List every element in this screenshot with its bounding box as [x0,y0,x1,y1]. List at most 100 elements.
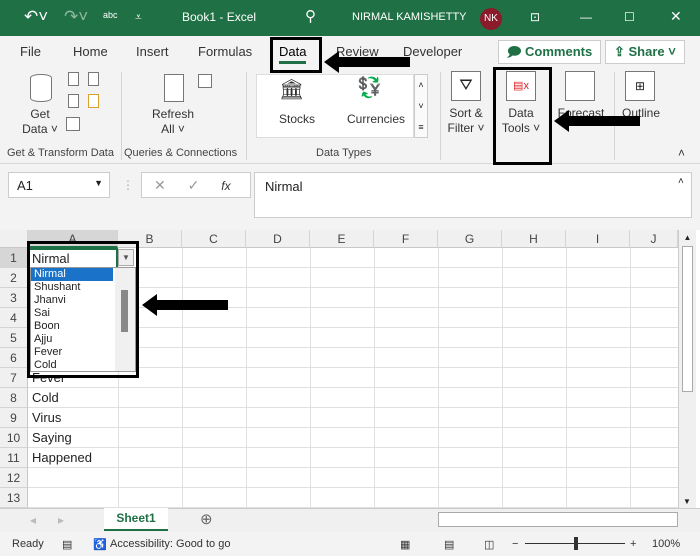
row-header-5[interactable]: 5 [0,328,28,348]
row-header-11[interactable]: 11 [0,448,28,468]
annotation-box-dropdown [27,241,139,378]
share-button[interactable]: ⇪ Share ˅ [605,40,685,64]
insert-function-icon[interactable]: fx [221,179,230,193]
sheet-tab-sheet1[interactable]: Sheet1 [104,508,168,531]
data-types-gallery: 🏛 Stocks 💱 Currencies [256,74,414,138]
row-header-6[interactable]: 6 [0,348,28,368]
sort-filter-button[interactable]: Sort & Filter ˅ [443,106,489,136]
vertical-scrollbar[interactable]: ▲ ▼ [678,230,696,508]
currencies-button[interactable]: Currencies [341,112,411,127]
forecast-icon [565,71,595,101]
stocks-button[interactable]: Stocks [269,112,325,127]
zoom-out-icon[interactable]: − [512,538,518,550]
column-header-C[interactable]: C [182,230,246,248]
tab-insert[interactable]: Insert [136,44,169,59]
add-sheet-icon[interactable]: ⊕ [200,510,213,528]
column-header-E[interactable]: E [310,230,374,248]
macro-record-icon[interactable]: ▤ [62,538,72,551]
column-header-D[interactable]: D [246,230,310,248]
page-break-icon[interactable]: ◫ [484,538,494,551]
from-table-icon[interactable] [66,117,80,131]
formula-bar: A1 ▼ ⋮ ✕ ✓ fx Nirmal ˄ [0,164,700,230]
cell-A9[interactable]: Virus [28,408,118,428]
refresh-icon [164,74,184,102]
collapse-ribbon-icon[interactable]: ˄ [678,146,685,161]
column-header-G[interactable]: G [438,230,502,248]
next-sheet-icon[interactable]: ▸ [58,513,64,527]
column-header-I[interactable]: I [566,230,630,248]
ribbon-display-icon[interactable]: ⊡ [530,10,540,24]
comment-icon: 🗩 [507,44,526,59]
row-header-9[interactable]: 9 [0,408,28,428]
formula-controls: ✕ ✓ fx [141,172,251,198]
prev-sheet-icon[interactable]: ◂ [30,513,36,527]
row-header-12[interactable]: 12 [0,468,28,488]
row-header-8[interactable]: 8 [0,388,28,408]
select-all[interactable] [0,230,28,248]
annotation-box-data-tools [493,67,552,165]
group-label-data-types: Data Types [316,147,372,159]
from-text-icon[interactable] [68,72,79,86]
tab-file[interactable]: File [20,44,41,59]
from-web-icon[interactable] [68,94,79,108]
existing-connections-icon[interactable] [88,94,99,108]
row-header-4[interactable]: 4 [0,308,28,328]
gallery-scroll[interactable]: ˄ ˅ ≡ [414,74,428,138]
status-bar: Ready ▤ ♿ Accessibility: Good to go ▦ ▤ … [0,532,700,556]
avatar[interactable]: NK [480,8,502,30]
gridline [28,387,678,388]
customize-toolbar-icon[interactable]: ⩡ [135,10,142,25]
cell-A11[interactable]: Happened [28,448,118,468]
expand-formula-icon[interactable]: ˄ [678,176,684,187]
row-header-2[interactable]: 2 [0,268,28,288]
refresh-all-button[interactable]: Refresh All ˅ [150,107,196,137]
zoom-slider-thumb[interactable] [574,537,578,550]
horizontal-scrollbar[interactable] [438,512,678,527]
spelling-icon[interactable]: abc [103,10,118,20]
gridline [28,407,678,408]
minimize-icon[interactable]: — [580,10,592,24]
close-icon[interactable]: ✕ [670,8,682,25]
row-header-7[interactable]: 7 [0,368,28,388]
page-layout-icon[interactable]: ▤ [444,538,454,551]
normal-view-icon[interactable]: ▦ [400,538,410,551]
comments-button[interactable]: 🗩 Comments [498,40,602,64]
ribbon: Get Data ˅ Refresh All ˅ 🏛 Stocks 💱 Curren… [0,66,700,164]
row-header-1[interactable]: 1 [0,248,28,268]
tab-formulas[interactable]: Formulas [198,44,252,59]
formula-input[interactable]: Nirmal [254,172,692,218]
zoom-in-icon[interactable]: + [630,538,636,550]
name-box[interactable]: A1 ▼ [8,172,110,198]
status-ready: Ready [12,538,44,550]
group-label-queries: Queries & Connections [124,147,238,159]
vertical-scroll-thumb[interactable] [682,246,693,392]
accessibility-icon[interactable]: ♿ [93,538,107,551]
gridline [28,447,678,448]
accessibility-status[interactable]: Accessibility: Good to go [110,538,230,550]
enter-icon[interactable]: ✓ [188,177,200,193]
tab-home[interactable]: Home [73,44,108,59]
undo-icon[interactable]: ↶˅ [24,7,48,27]
column-header-J[interactable]: J [630,230,678,248]
cell-A8[interactable]: Cold [28,388,118,408]
search-icon[interactable]: ⚲ [305,7,316,25]
column-header-H[interactable]: H [502,230,566,248]
get-data-button[interactable]: Get Data ˅ [20,107,60,137]
maximize-icon[interactable]: ☐ [624,10,635,24]
column-header-F[interactable]: F [374,230,438,248]
database-icon [30,74,52,102]
cell-A10[interactable]: Saying [28,428,118,448]
queries-connections-icon[interactable] [198,74,212,88]
recent-sources-icon[interactable] [88,72,99,86]
gridline [28,487,678,488]
gridline [28,427,678,428]
title-bar: ↶˅ ↷˅ abc ⩡ Book1 - Excel ⚲ NIRMAL KAMIS… [0,0,700,36]
tab-developer[interactable]: Developer [403,44,462,59]
row-header-3[interactable]: 3 [0,288,28,308]
window-title: Book1 - Excel [182,10,257,24]
row-header-13[interactable]: 13 [0,488,28,508]
cancel-icon[interactable]: ✕ [154,177,166,193]
row-header-10[interactable]: 10 [0,428,28,448]
zoom-level[interactable]: 100% [652,538,680,550]
redo-icon[interactable]: ↷˅ [64,7,88,27]
